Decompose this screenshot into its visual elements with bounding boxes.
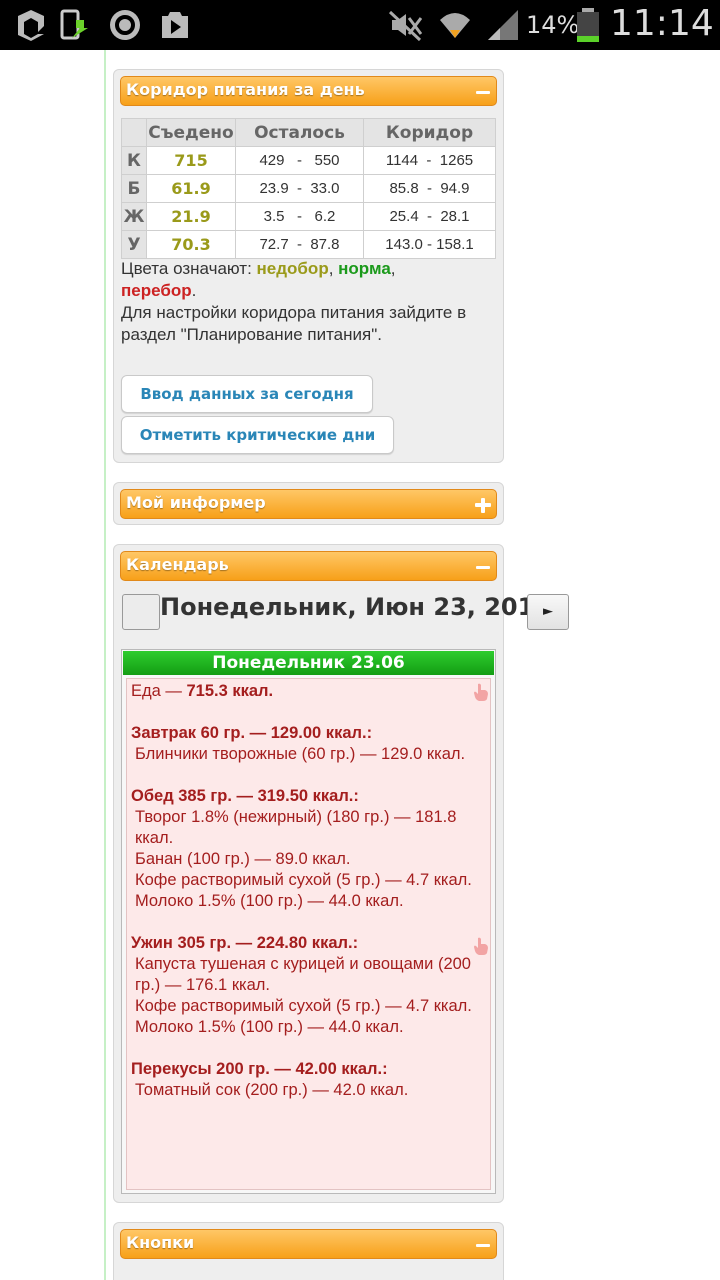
meal-title-lunch: Обед 385 гр. — 319.50 ккал.: xyxy=(131,787,359,805)
eaten-value: 715 xyxy=(146,146,236,175)
color-legend: Цвета означают: недобор, норма, перебор. … xyxy=(121,258,501,346)
table-header-left: Осталось xyxy=(235,118,364,147)
buttons-panel-title: Кнопки xyxy=(126,1233,195,1252)
row-label: К xyxy=(121,146,147,175)
food-total-value: 715.3 ккал. xyxy=(186,682,274,700)
signal-icon xyxy=(488,10,518,40)
eaten-value: 61.9 xyxy=(146,174,236,203)
corridor-panel-title: Коридор питания за день xyxy=(126,80,365,99)
battery-icon xyxy=(577,8,599,42)
legend-dot: . xyxy=(191,281,197,300)
hand-pointer-icon[interactable] xyxy=(473,937,489,955)
phone-update-icon xyxy=(60,9,88,40)
list-item: Капуста тушеная с курицей и овощами (200… xyxy=(135,955,471,994)
left-value: 3.5 - 6.2 xyxy=(235,202,364,231)
buttons-panel-header[interactable]: Кнопки xyxy=(120,1229,497,1259)
table-row: Б 61.9 23.9 - 33.0 85.8 - 94.9 xyxy=(121,174,496,203)
meal-title-dinner: Ужин 305 гр. — 224.80 ккал.: xyxy=(131,934,359,952)
battery-percent: 14% xyxy=(526,11,580,39)
hand-pointer-icon[interactable] xyxy=(473,683,489,701)
list-item: Блинчики творожные (60 гр.) — 129.0 ккал… xyxy=(135,745,466,763)
list-item: Томатный сок (200 гр.) — 42.0 ккал. xyxy=(135,1081,409,1099)
table-row: Ж 21.9 3.5 - 6.2 25.4 - 28.1 xyxy=(121,202,496,231)
legend-over: перебор xyxy=(121,281,192,300)
expand-icon[interactable] xyxy=(474,496,492,514)
informer-panel-title: Мой информер xyxy=(126,493,266,512)
list-item: Творог 1.8% (нежирный) (180 гр.) — 181.8… xyxy=(135,808,457,847)
list-item: Молоко 1.5% (100 гр.) — 44.0 ккал. xyxy=(135,1018,404,1036)
list-item: Молоко 1.5% (100 гр.) — 44.0 ккал. xyxy=(135,892,404,910)
legend-sep: , xyxy=(328,259,339,278)
legend-norm: норма xyxy=(338,259,391,278)
status-bar: 14% 11:14 xyxy=(0,0,720,50)
list-item: Банан (100 гр.) — 89.0 ккал. xyxy=(135,850,351,868)
previous-day-button[interactable] xyxy=(122,594,160,630)
range-value: 1144 - 1265 xyxy=(363,146,496,175)
collapse-icon[interactable] xyxy=(474,558,492,576)
mark-critical-days-button[interactable]: Отметить критические дни xyxy=(121,416,394,454)
table-header-range: Коридор xyxy=(363,118,496,147)
shield-app-icon xyxy=(18,10,44,41)
range-value: 25.4 - 28.1 xyxy=(363,202,496,231)
food-total-line: Еда — 715.3 ккал. xyxy=(131,681,489,702)
day-summary: Понедельник 23.06 Еда — 715.3 ккал. Завт… xyxy=(121,649,496,1194)
corridor-hint: Для настройки коридора питания зайдите в… xyxy=(121,303,467,344)
wifi-icon xyxy=(440,13,470,38)
corridor-table: Съедено Осталось Коридор К 715 429 - 550… xyxy=(121,118,496,259)
eaten-value: 70.3 xyxy=(146,230,236,259)
left-value: 72.7 - 87.8 xyxy=(235,230,364,259)
calendar-date: Понедельник, Июн 23, 2014 xyxy=(160,593,552,621)
informer-panel-header[interactable]: Мой информер xyxy=(120,489,497,519)
collapse-icon[interactable] xyxy=(474,1236,492,1254)
day-body: Еда — 715.3 ккал. Завтрак 60 гр. — 129.0… xyxy=(126,678,491,1190)
legend-comma: , xyxy=(390,259,396,278)
avast-icon xyxy=(110,10,140,40)
page-border xyxy=(104,50,106,1280)
left-value: 23.9 - 33.0 xyxy=(235,174,364,203)
meal-title-snacks: Перекусы 200 гр. — 42.00 ккал.: xyxy=(131,1060,388,1078)
legend-under: недобор xyxy=(256,259,329,278)
legend-prefix: Цвета означают: xyxy=(121,259,257,278)
clock: 11:14 xyxy=(610,3,714,44)
row-label: Ж xyxy=(121,202,147,231)
food-total-label: Еда — xyxy=(131,682,187,700)
corridor-panel-header[interactable]: Коридор питания за день xyxy=(120,76,497,106)
row-label: Б xyxy=(121,174,147,203)
eaten-value: 21.9 xyxy=(146,202,236,231)
informer-panel: Мой информер xyxy=(113,482,504,525)
left-value: 429 - 550 xyxy=(235,146,364,175)
enter-today-button[interactable]: Ввод данных за сегодня xyxy=(121,375,373,413)
day-header: Понедельник 23.06 xyxy=(123,651,494,675)
meal-title-breakfast: Завтрак 60 гр. — 129.00 ккал.: xyxy=(131,724,373,742)
table-header-row: Съедено Осталось Коридор xyxy=(121,118,496,147)
mute-icon xyxy=(388,10,422,42)
calendar-panel: Календарь Понедельник, Июн 23, 2014 ► По… xyxy=(113,544,569,1203)
table-header-eaten: Съедено xyxy=(146,118,236,147)
range-value: 143.0 - 158.1 xyxy=(363,230,496,259)
calendar-panel-title: Календарь xyxy=(126,555,229,574)
table-row: У 70.3 72.7 - 87.8 143.0 - 158.1 xyxy=(121,230,496,259)
day-meals: Еда — 715.3 ккал. Завтрак 60 гр. — 129.0… xyxy=(131,681,489,1101)
calendar-panel-header[interactable]: Календарь xyxy=(120,551,497,581)
buttons-panel: Кнопки xyxy=(113,1222,504,1280)
range-value: 85.8 - 94.9 xyxy=(363,174,496,203)
table-header-corner xyxy=(121,118,147,147)
collapse-icon[interactable] xyxy=(474,83,492,101)
play-store-icon xyxy=(162,12,188,38)
list-item: Кофе растворимый сухой (5 гр.) — 4.7 кка… xyxy=(135,997,472,1015)
list-item: Кофе растворимый сухой (5 гр.) — 4.7 кка… xyxy=(135,871,472,889)
table-row: К 715 429 - 550 1144 - 1265 xyxy=(121,146,496,175)
corridor-panel: Коридор питания за день Съедено Осталось… xyxy=(113,69,504,463)
row-label: У xyxy=(121,230,147,259)
next-day-button[interactable]: ► xyxy=(527,594,569,630)
